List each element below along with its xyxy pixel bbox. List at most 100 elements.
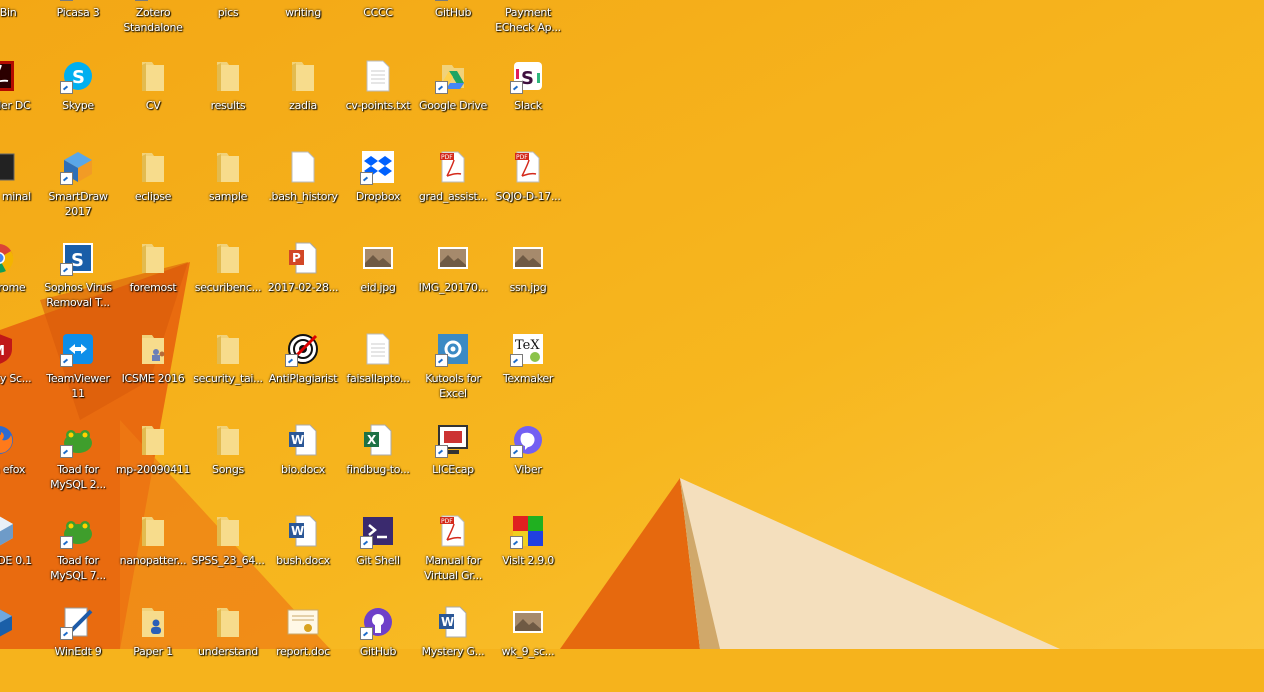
desktop-icon-image[interactable]: wk_9_sc... [490,604,566,692]
desktop-icon-sophos[interactable]: S Sophos Virus Removal T... [40,240,116,328]
desktop-icon-teamviewer[interactable]: TeamViewer 11 [40,331,116,419]
shortcut-arrow-icon [60,354,73,367]
desktop-icon-folder[interactable]: CCCC [340,0,416,53]
desktop-icon-label: 2017-02-28... [267,281,339,294]
google-drive-icon [435,58,471,94]
desktop-icon-firefox[interactable]: ozilla efox [0,422,37,510]
desktop-icon-folder[interactable]: mp-20090411 [115,422,191,510]
visit-icon [510,513,546,549]
desktop-icon-folder[interactable]: security_tai... [190,331,266,419]
desktop-icon-folder[interactable]: foremost [115,240,191,328]
desktop-icon-folder[interactable]: pics [190,0,266,53]
folder-icon [135,240,171,276]
desktop-icon-netbeans[interactable]: eans IDE 0.1 [0,513,37,601]
desktop-icon-text-file[interactable]: faisallapto... [340,331,416,419]
desktop-icon-label: CV [145,99,161,112]
desktop-icon-licecap[interactable]: LICEcap [415,422,491,510]
desktop-icon-pdf[interactable]: PDF SQJO-D-17... [490,149,566,237]
desktop-icon-folder-users[interactable]: ICSME 2016 [115,331,191,419]
desktop-icon-antiplagiarist[interactable]: AntiPlagiarist [265,331,341,419]
desktop-icon-toad[interactable]: Toad for MySQL 7... [40,513,116,601]
desktop-icon-terminal[interactable]: win64 minal [0,149,37,237]
desktop-icon-label: GitHub [434,6,472,19]
desktop-icon-folder[interactable]: Songs [190,422,266,510]
desktop-icon-text-file[interactable]: cv-points.txt [340,58,416,146]
desktop-icon-label: Toad for MySQL 7... [50,554,106,582]
desktop-icon-image[interactable]: eid.jpg [340,240,416,328]
desktop-icon-texmaker[interactable]: TeX Texmaker [490,331,566,419]
svg-text:M: M [0,344,5,359]
desktop-icon-picasa[interactable]: Picasa 3 [40,0,116,53]
desktop-icon-image[interactable]: IMG_20170... [415,240,491,328]
desktop-icon-folder-user[interactable]: Paper 1 [115,604,191,692]
desktop-icon-label: TeamViewer 11 [46,372,110,400]
desktop-icon-smartdraw[interactable]: SmartDraw 2017 [40,149,116,237]
image-icon [510,604,546,640]
desktop-icon-git-shell[interactable]: Git Shell [340,513,416,601]
desktop-icon-image[interactable]: ssn.jpg [490,240,566,328]
desktop-icon-kutools[interactable]: Kutools for Excel [415,331,491,419]
desktop-icon-acrobat[interactable]: obat der DC [0,58,37,146]
desktop-icon-label: IMG_20170... [418,281,488,294]
desktop-icon-skype[interactable]: S Skype [40,58,116,146]
desktop-icon-toad[interactable]: Toad for MySQL 2... [40,422,116,510]
shortcut-arrow-icon [510,536,523,549]
desktop-icon-excel[interactable]: Xfindbug-to... [340,422,416,510]
desktop-icon-mcafee[interactable]: M Afee ity Sc... [0,331,37,419]
desktop-icon-pdf[interactable]: PDF grad_assist... [415,149,491,237]
desktop-icon-label: wk_9_sc... [501,645,555,658]
shortcut-arrow-icon [360,172,373,185]
word-icon: W [285,422,321,458]
desktop-icon-label: SQJO-D-17... [495,190,561,203]
antiplagiarist-icon [285,331,321,367]
desktop-icon-word[interactable]: Wbio.docx [265,422,341,510]
desktop-icon-folder[interactable]: nanopatter... [115,513,191,601]
desktop-icon-github[interactable]: GitHub [340,604,416,692]
pdf-icon: PDF [510,149,546,185]
desktop-icon-blank-file[interactable]: .bash_history [265,149,341,237]
desktop-icon-powerpoint[interactable]: P 2017-02-28... [265,240,341,328]
desktop-icon-label: cv-points.txt [345,99,411,112]
desktop-icon-dropbox[interactable]: Dropbox [340,149,416,237]
desktop-icon-folder[interactable]: results [190,58,266,146]
svg-text:TeX: TeX [515,338,540,353]
folder-icon [210,58,246,94]
desktop-icon-folder[interactable]: sample [190,149,266,237]
desktop-icon-folder[interactable]: SPSS_23_64... [190,513,266,601]
shortcut-arrow-icon [360,627,373,640]
desktop-icon-label: SmartDraw 2017 [48,190,108,218]
desktop-icon-zotero[interactable]: Zotero Standalone [115,0,191,53]
shortcut-arrow-icon [435,81,448,94]
shortcut-arrow-icon [60,536,73,549]
desktop-icon-folder[interactable]: writing [265,0,341,53]
desktop-icon-document[interactable]: Payment ECheck Ap... [490,0,566,53]
shortcut-arrow-icon [510,445,523,458]
desktop-icon-folder[interactable]: zadia [265,58,341,146]
desktop-icon-certificate[interactable]: report.doc [265,604,341,692]
svg-text:PDF: PDF [516,154,528,161]
desktop-icon-winedt[interactable]: WinEdt 9 [40,604,116,692]
desktop-icon-chrome[interactable]: ogle rome [0,240,37,328]
desktop-icon-label: nanopatter... [119,554,187,567]
desktop-icon-word[interactable]: W Mystery G... [415,604,491,692]
desktop-icon-pdf[interactable]: PDF Manual for Virtual Gr... [415,513,491,601]
desktop-icon-folder[interactable]: securibenc... [190,240,266,328]
desktop-icon-folder[interactable]: eclipse [115,149,191,237]
desktop-icon-visit[interactable]: VisIt 2.9.0 [490,513,566,601]
desktop-icon-label: Toad for MySQL 2... [50,463,106,491]
desktop-icon-label: ICSME 2016 [121,372,185,385]
desktop-icon-slack[interactable]: S Slack [490,58,566,146]
desktop-icon-github[interactable]: GitHub [415,0,491,53]
desktop-icon-folder[interactable]: CV [115,58,191,146]
desktop-icon-label: grad_assist... [418,190,488,203]
smartdraw-icon [60,149,96,185]
desktop-icon-label: SPSS_23_64... [191,554,265,567]
desktop-icon-recycle-bin[interactable]: cle Bin [0,0,37,53]
desktop-icon-folder[interactable]: understand [190,604,266,692]
desktop-icon-google-drive[interactable]: Google Drive [415,58,491,146]
desktop-icon-label: securibenc... [194,281,262,294]
shortcut-arrow-icon [60,627,73,640]
desktop-icon-virtualbox[interactable] [0,604,37,692]
desktop-icon-word[interactable]: Wbush.docx [265,513,341,601]
desktop-icon-viber[interactable]: Viber [490,422,566,510]
